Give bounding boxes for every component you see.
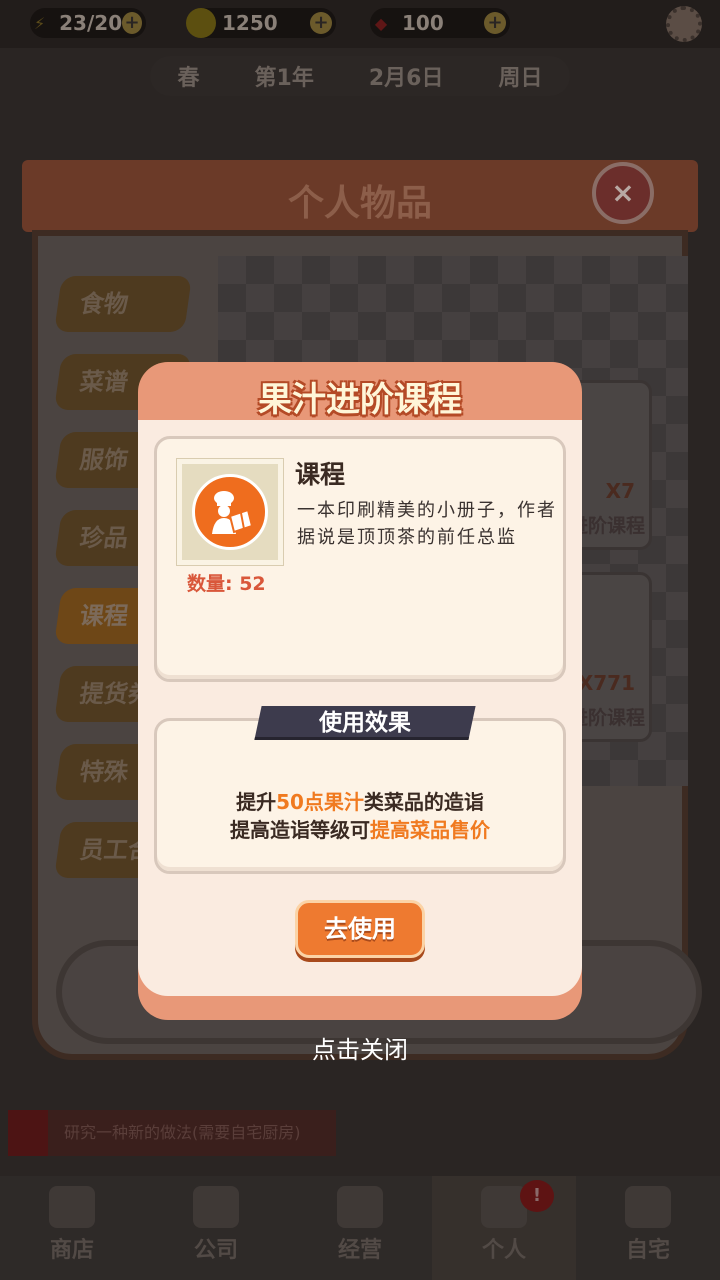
item-detail-dialog: 果汁进阶课程 数量: 52 课程 一本印刷精美的小册子，作者据说是顶顶茶的前任总… — [138, 362, 582, 1020]
store-icon — [337, 1186, 383, 1228]
lightning-icon: ⚡ — [33, 13, 46, 33]
item-card-qty: X7 — [605, 479, 635, 503]
chef-reading-book-icon — [192, 474, 268, 550]
gold-value: 1250 — [222, 11, 278, 35]
item-info-box: 数量: 52 课程 一本印刷精美的小册子，作者据说是顶顶茶的前任总监 — [154, 436, 566, 682]
effect-line-1-highlight: 50点果汁 — [276, 790, 364, 814]
gem-counter[interactable]: ◆ 100 + — [370, 8, 510, 38]
nav-business[interactable]: 经营 — [288, 1176, 432, 1280]
effect-line-2: 提高造诣等级可提高菜品售价 — [138, 814, 582, 843]
gold-counter[interactable]: 1250 + — [186, 8, 336, 38]
gem-value: 100 — [402, 11, 444, 35]
nav-label: 商店 — [49, 1238, 94, 1263]
nav-company[interactable]: 公司 — [144, 1176, 288, 1280]
gem-icon: ◆ — [374, 13, 388, 33]
nav-label: 个人 — [481, 1238, 526, 1263]
coin-icon — [186, 8, 216, 38]
effect-line-1-pre: 提升 — [236, 790, 277, 814]
nav-label: 经营 — [337, 1238, 382, 1263]
briefcase-icon — [193, 1186, 239, 1228]
item-icon-frame — [177, 459, 283, 565]
date-text: 2月6日 — [368, 66, 444, 91]
use-button[interactable]: 去使用 — [295, 900, 425, 958]
nav-label: 公司 — [193, 1238, 238, 1263]
tap-to-close-text[interactable]: 点击关闭 — [0, 1030, 720, 1065]
nav-shop[interactable]: 商店 — [0, 1176, 144, 1280]
nav-personal[interactable]: 个人 ! — [432, 1176, 576, 1280]
date-bar: 春 第1年 2月6日 周日 — [150, 56, 570, 96]
hint-banner: 研究一种新的做法(需要自宅厨房) — [8, 1110, 336, 1156]
nav-label: 自宅 — [625, 1238, 670, 1263]
energy-value: 23/20 — [59, 11, 123, 35]
notification-badge: ! — [520, 1180, 554, 1212]
add-energy-button[interactable]: + — [122, 12, 142, 34]
add-gold-button[interactable]: + — [310, 12, 332, 34]
house-icon — [625, 1186, 671, 1228]
tab-food[interactable]: 食物 — [54, 276, 192, 332]
item-description: 一本印刷精美的小册子，作者据说是顶顶茶的前任总监 — [297, 500, 557, 548]
effect-line-2-highlight: 提高菜品售价 — [370, 818, 490, 842]
effect-line-2-pre: 提高造诣等级可 — [230, 818, 370, 842]
item-quantity: 数量: 52 — [187, 573, 266, 595]
top-status-bar: ⚡ 23/20 + 1250 + ◆ 100 + — [0, 0, 720, 48]
nav-home[interactable]: 自宅 — [576, 1176, 720, 1280]
dialog-title: 果汁进阶课程 — [258, 380, 462, 420]
settings-gear-icon[interactable] — [666, 6, 702, 42]
effect-line-1-post: 类菜品的造诣 — [363, 790, 484, 814]
year-text: 第1年 — [254, 66, 314, 91]
effect-line-1: 提升50点果汁类菜品的造诣 — [138, 786, 582, 815]
effect-label: 使用效果 — [319, 710, 411, 736]
item-name: 课程 — [295, 460, 346, 489]
cart-icon — [49, 1186, 95, 1228]
energy-counter[interactable]: ⚡ 23/20 + — [30, 8, 146, 38]
season-text: 春 — [177, 66, 200, 91]
panel-close-button[interactable]: × — [592, 162, 654, 224]
item-card-qty: X771 — [577, 671, 635, 695]
bottom-navigation: 商店 公司 经营 个人 ! 自宅 — [0, 1176, 720, 1280]
weekday-text: 周日 — [498, 66, 543, 91]
add-gem-button[interactable]: + — [484, 12, 506, 34]
